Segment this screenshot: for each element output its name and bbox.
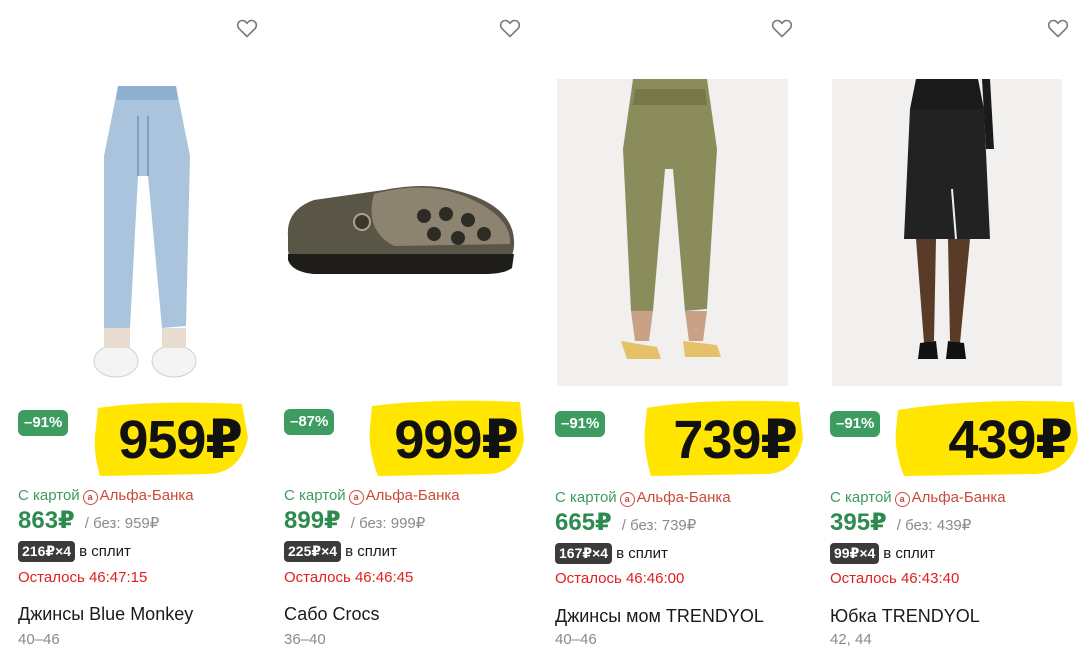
old-price: / без: 999₽ xyxy=(350,515,426,532)
old-price: / без: 439₽ xyxy=(896,517,972,534)
alfa-bank-icon: а xyxy=(894,492,910,507)
price-block: 999₽ xyxy=(366,398,526,478)
alfa-bank-icon: а xyxy=(619,492,635,507)
product-sizes: 36–40 xyxy=(284,631,326,648)
split-label: в сплит xyxy=(616,545,668,562)
split-badge: 99₽×4 xyxy=(830,543,880,564)
heart-icon[interactable] xyxy=(770,16,794,40)
discount-badge: –91% xyxy=(18,410,69,436)
product-title[interactable]: Джинсы мом TRENDYOL xyxy=(555,606,764,627)
card-price-row: 863₽ / без: 959₽ xyxy=(18,506,159,535)
card-price: 863₽ xyxy=(18,507,75,534)
product-title[interactable]: Джинсы Blue Monkey xyxy=(18,604,193,625)
bank-prefix: С картой xyxy=(830,489,892,506)
bank-offer: С картой а Альфа-Банка xyxy=(284,487,460,505)
price: 739₽ xyxy=(673,410,798,470)
card-price-row: 665₽ / без: 739₽ xyxy=(555,508,696,537)
product-card[interactable]: –91% 439₽ С картой а Альфа-Банка 395₽ / без… xyxy=(830,0,1080,661)
price: 959₽ xyxy=(118,410,243,470)
bank-prefix: С картой xyxy=(284,487,346,504)
split-row: 167₽×4 в сплит xyxy=(555,543,668,564)
split-badge: 216₽×4 xyxy=(18,541,76,562)
discount-badge: –87% xyxy=(284,409,335,435)
split-label: в сплит xyxy=(345,543,397,560)
bank-name: Альфа-Банка xyxy=(636,489,731,506)
old-price: / без: 959₽ xyxy=(84,515,160,532)
bank-name: Альфа-Банка xyxy=(365,487,460,504)
skirt-photo[interactable] xyxy=(832,79,1062,386)
price: 439₽ xyxy=(948,410,1073,470)
discount-badge: –91% xyxy=(555,411,606,437)
countdown-timer: Осталось 46:46:00 xyxy=(555,570,685,587)
product-sizes: 42, 44 xyxy=(830,631,872,648)
old-price: / без: 739₽ xyxy=(621,517,697,534)
card-price: 665₽ xyxy=(555,509,612,536)
card-price-row: 395₽ / без: 439₽ xyxy=(830,508,971,537)
countdown-timer: Осталось 46:47:15 xyxy=(18,569,148,586)
clogs-photo[interactable] xyxy=(284,150,520,290)
alfa-bank-icon: а xyxy=(82,490,98,505)
product-card[interactable]: –91% 959₽ С картой а Альфа-Банка 863₽ / без… xyxy=(18,0,280,661)
product-title[interactable]: Сабо Crocs xyxy=(284,604,380,625)
heart-icon[interactable] xyxy=(498,16,522,40)
bank-name: Альфа-Банка xyxy=(99,487,194,504)
product-sizes: 40–46 xyxy=(555,631,597,648)
bank-prefix: С картой xyxy=(18,487,80,504)
split-row: 99₽×4 в сплит xyxy=(830,543,935,564)
heart-icon[interactable] xyxy=(1046,16,1070,40)
countdown-timer: Осталось 46:43:40 xyxy=(830,570,960,587)
split-badge: 225₽×4 xyxy=(284,541,342,562)
card-price: 395₽ xyxy=(830,509,887,536)
split-row: 225₽×4 в сплит xyxy=(284,541,397,562)
discount-badge: –91% xyxy=(830,411,881,437)
price-block: 439₽ xyxy=(892,398,1080,478)
product-sizes: 40–46 xyxy=(18,631,60,648)
countdown-timer: Осталось 46:46:45 xyxy=(284,569,414,586)
bank-offer: С картой а Альфа-Банка xyxy=(18,487,194,505)
split-badge: 167₽×4 xyxy=(555,543,613,564)
alfa-bank-icon: а xyxy=(348,490,364,505)
bank-offer: С картой а Альфа-Банка xyxy=(555,489,731,507)
mom-jeans-photo[interactable] xyxy=(557,79,788,386)
price-block: 959₽ xyxy=(90,398,250,478)
card-price-row: 899₽ / без: 999₽ xyxy=(284,506,425,535)
split-row: 216₽×4 в сплит xyxy=(18,541,131,562)
bank-prefix: С картой xyxy=(555,489,617,506)
price: 999₽ xyxy=(394,410,519,470)
bank-name: Альфа-Банка xyxy=(911,489,1006,506)
product-title[interactable]: Юбка TRENDYOL xyxy=(830,606,980,627)
split-label: в сплит xyxy=(79,543,131,560)
product-card[interactable]: –87% 999₽ С картой а Альфа-Банка 899₽ / без… xyxy=(284,0,546,661)
price-block: 739₽ xyxy=(641,398,805,478)
jeans-photo[interactable] xyxy=(38,56,252,390)
product-card[interactable]: –91% 739₽ С картой а Альфа-Банка 665₽ / без… xyxy=(555,0,817,661)
split-label: в сплит xyxy=(883,545,936,562)
bank-offer: С картой а Альфа-Банка xyxy=(830,489,1006,507)
heart-icon[interactable] xyxy=(235,16,259,40)
card-price: 899₽ xyxy=(284,507,341,534)
